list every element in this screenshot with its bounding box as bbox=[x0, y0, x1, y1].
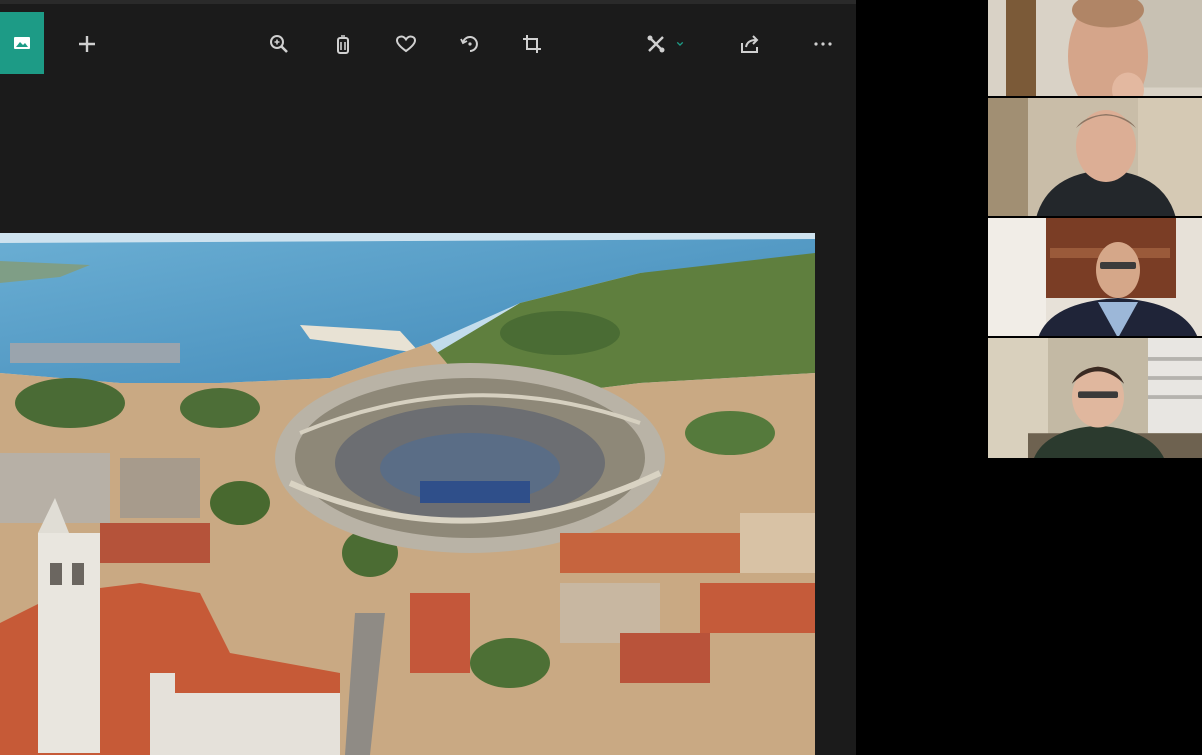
add-button[interactable] bbox=[71, 28, 103, 60]
participant-video-3[interactable] bbox=[988, 216, 1202, 338]
participant-video-2[interactable] bbox=[988, 96, 1202, 218]
trash-icon bbox=[337, 35, 349, 54]
plus-icon bbox=[79, 36, 95, 52]
share-button[interactable] bbox=[734, 28, 766, 60]
participant-strip bbox=[988, 0, 1202, 462]
video-call-window bbox=[0, 0, 1202, 755]
viewer-toolbar bbox=[0, 12, 856, 76]
more-button[interactable] bbox=[807, 28, 839, 60]
share-icon bbox=[741, 35, 759, 53]
aerial-city-amphitheatre-photo bbox=[0, 233, 815, 755]
edit-button[interactable] bbox=[640, 28, 672, 60]
shared-photo-viewer bbox=[0, 0, 856, 755]
zoom-button[interactable] bbox=[263, 28, 295, 60]
more-icon bbox=[814, 42, 832, 46]
gallery-button[interactable] bbox=[0, 12, 44, 74]
crop-button[interactable] bbox=[516, 28, 548, 60]
picture-icon bbox=[14, 37, 30, 49]
zoom-icon bbox=[270, 35, 288, 53]
favorite-button[interactable] bbox=[390, 28, 422, 60]
edit-dropdown-button[interactable] bbox=[672, 28, 688, 60]
delete-button[interactable] bbox=[327, 28, 359, 60]
crop-icon bbox=[523, 35, 541, 53]
participant-video-4[interactable] bbox=[988, 336, 1202, 464]
viewer-title-bar bbox=[0, 0, 856, 4]
heart-icon bbox=[395, 35, 417, 53]
chevron-down-icon bbox=[676, 41, 684, 47]
edit-icon bbox=[647, 35, 665, 53]
rotate-button[interactable] bbox=[454, 28, 486, 60]
rotate-icon bbox=[460, 36, 478, 52]
